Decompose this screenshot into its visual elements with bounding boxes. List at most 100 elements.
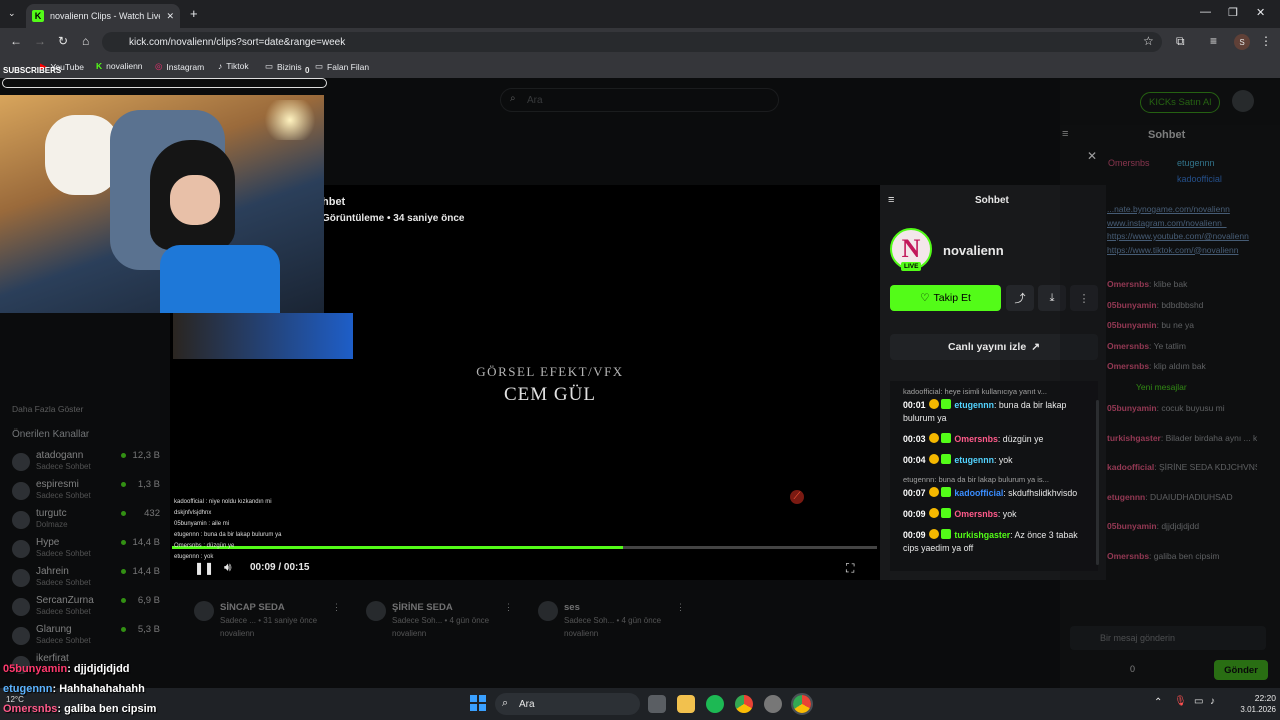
channel-avatar [12,627,30,645]
chat-username[interactable]: kadoofficial [1107,462,1154,472]
spotify-icon[interactable] [706,695,724,713]
extensions-icon[interactable]: ⧉ [1176,34,1185,49]
show-more-link[interactable]: Daha Fazla Göster [12,404,83,414]
maximize-button[interactable]: ❐ [1228,6,1238,19]
pinned-user[interactable]: Omersnbs [1108,158,1150,168]
close-tab-icon[interactable]: ✕ [166,11,174,22]
bookmark-instagram[interactable]: ◎ Instagram [155,61,204,72]
bookmark-novalienn[interactable]: Knovalienn [96,61,143,71]
clip-meta: Görüntüleme • 34 saniye önce [322,213,465,224]
clock-time[interactable]: 22:20 [1230,693,1276,703]
bookmark-folder-bizinis[interactable]: ▭ Bizinis [265,61,302,72]
speaker-icon[interactable]: ♪ [1210,696,1215,707]
chat-link[interactable]: https://www.youtube.com/@novalienn [1107,231,1249,241]
chat-username[interactable]: 05bunyamin [1107,320,1157,330]
chat-collapse-icon[interactable]: ≡ [1062,128,1068,140]
channel-row[interactable]: Glarung Sadece Sohbet 5,3 B [10,624,160,650]
task-view-icon[interactable] [648,695,666,713]
chat-username[interactable]: Omersnbs [1107,341,1149,351]
channel-row[interactable]: atadogann Sadece Sohbet 12,3 B [10,450,160,476]
message-username[interactable]: kadoofficial [954,488,1003,498]
chat-username[interactable]: 05bunyamin [1107,403,1157,413]
reload-icon[interactable]: ↻ [58,34,68,48]
pinned-user[interactable]: etugennn [1177,158,1215,168]
menu-icon[interactable]: ⋮ [1260,34,1272,48]
chat-link[interactable]: ...nate.bynogame.com/novalienn [1107,204,1230,214]
chat-username[interactable]: Omersnbs [1107,361,1149,371]
fullscreen-icon[interactable]: ⛶ [846,561,854,576]
close-window-button[interactable]: ✕ [1256,6,1265,19]
clip-card[interactable]: ses Sadece Soh... • 4 gün önce novalienn ⋮ [536,596,696,644]
taskbar-search[interactable]: Ara [495,693,640,715]
message-username[interactable]: Omersnbs [954,509,998,519]
kicks-buy-button[interactable]: KICKs Satın Al [1140,92,1221,113]
blue-sweater [160,245,280,313]
live-dot-icon [121,453,126,458]
pinned-user[interactable]: kadoofficial [1177,174,1222,184]
send-button[interactable]: Gönder [1214,660,1268,680]
channel-row[interactable]: SercanZurna Sadece Sohbet 6,9 B [10,595,160,621]
chrome-active-icon[interactable] [791,693,813,715]
bookmark-star-icon[interactable]: ☆ [1143,34,1154,48]
app-icon[interactable] [764,695,782,713]
start-icon[interactable] [470,695,486,711]
chat-username[interactable]: etugennn [1107,492,1145,502]
user-avatar[interactable] [1232,90,1254,112]
chat-username[interactable]: 05bunyamin [1107,300,1157,310]
forward-icon[interactable]: → [34,34,46,48]
media-icon[interactable]: ≡ [1210,34,1217,48]
chat-username[interactable]: 05bunyamin [1107,521,1157,531]
sub-badge-icon [928,529,939,539]
recommended-heading: Önerilen Kanallar [12,429,90,440]
new-tab-button[interactable]: + [190,6,198,21]
gift-badge-icon [940,487,951,497]
share-icon[interactable]: ⤴ [1006,285,1034,311]
clip-more-icon[interactable]: ⋮ [504,602,513,613]
file-explorer-icon[interactable] [677,695,695,713]
clip-card[interactable]: ŞİRİNE SEDA Sadece Soh... • 4 gün önce nov… [364,596,524,644]
message-username[interactable]: Omersnbs [954,434,998,444]
browser-tab[interactable]: K novalienn Clips - Watch Live ✕ [26,4,180,28]
bookmark-tiktok[interactable]: ♪ Tiktok [218,61,249,71]
chat-username[interactable]: Omersnbs [1107,279,1149,289]
channel-row[interactable]: Jahrein Sadece Sohbet 14,4 B [10,566,160,592]
chat-username[interactable]: turkishgaster [1107,433,1161,443]
message-username[interactable]: turkishgaster [954,530,1010,540]
message-username[interactable]: etugennn [954,455,994,465]
microphone-icon[interactable]: 🎙︎ [1174,696,1187,707]
clip-card[interactable]: SİNCAP SEDA Sadece ... • 31 saniye önce no… [192,596,352,644]
tab-list-icon[interactable]: ⌄ [8,8,16,19]
overlay-text: : djjdjdjdjdd [67,663,130,675]
profile-avatar[interactable]: S [1234,34,1250,50]
bookmark-folder-falan-filan[interactable]: ▭ Falan Filan [315,61,369,72]
mini-chat-line: kadoofficial : niye noldu kızkandın mi [174,499,272,505]
volume-icon[interactable]: 🔊︎ [224,560,232,575]
message-timestamp: 00:03 [903,434,926,444]
channel-row[interactable]: turgutc Dolmaze 432 [10,508,160,534]
channel-row[interactable]: espiresmi Sadece Sohbet 1,3 B [10,479,160,505]
clip-more-icon[interactable]: ⋮ [676,602,685,613]
site-search-input[interactable]: Ara [500,88,779,112]
channel-row[interactable]: Hype Sadece Sohbet 14,4 B [10,537,160,563]
collapse-chat-icon[interactable]: ≡ [888,194,894,206]
address-bar[interactable]: kick.com/novalienn/clips?sort=date&range… [102,32,1162,52]
chat-username[interactable]: Omersnbs [1107,551,1149,561]
back-icon[interactable]: ← [10,34,22,48]
home-icon[interactable]: ⌂ [82,34,89,48]
chat-link[interactable]: https://www.tiktok.com/@novalienn [1107,245,1238,255]
clock-date[interactable]: 3.01.2026 [1226,705,1276,714]
live-dot-icon [121,598,126,603]
chat-message-input[interactable]: Bir mesaj gönderin [1070,626,1266,650]
chat-message: 00:04 etugennn: yok [903,454,1093,467]
minimize-button[interactable]: — [1200,6,1211,18]
chat-link[interactable]: www.instagram.com/novalienn_ [1107,218,1227,228]
network-icon[interactable]: ▭ [1194,696,1203,707]
clip-more-icon[interactable]: ⋮ [332,602,341,613]
pause-icon[interactable]: ❚❚ [194,561,214,575]
follow-button[interactable]: ♡ Takip Et [890,285,1001,311]
tray-chevron-icon[interactable]: ⌃ [1154,697,1162,708]
chat-text: : DUAIUDHADIUHSAD [1145,491,1233,502]
channel-name[interactable]: novalienn [943,243,1004,258]
chrome-icon[interactable] [735,695,753,713]
message-username[interactable]: etugennn [954,400,994,410]
